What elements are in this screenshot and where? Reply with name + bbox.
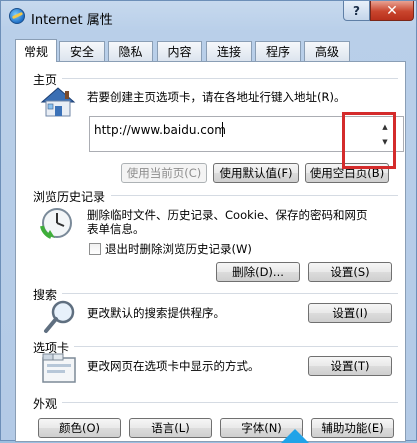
tab-connections[interactable]: 连接 [206,41,252,61]
homepage-divider [62,78,398,79]
accessibility-button[interactable]: 辅助功能(E) [311,418,394,438]
appearance-divider [62,402,398,403]
text-caret [222,122,223,137]
tab-programs[interactable]: 程序 [255,41,301,61]
tabs-settings-button[interactable]: 设置(T) [308,356,392,376]
history-divider [111,195,398,196]
help-button[interactable]: ? [343,1,370,21]
tabbed-browsing-icon [42,353,76,383]
tab-advanced[interactable]: 高级 [304,41,350,61]
url-scrollbar[interactable]: ▲ ▼ [377,119,393,149]
delete-on-exit-checkbox[interactable] [89,243,101,255]
scroll-up-arrow-icon[interactable]: ▲ [377,119,393,134]
tab-content[interactable]: 内容 [157,41,202,61]
search-magnifier-icon [44,300,75,333]
tab-privacy[interactable]: 隐私 [108,41,153,61]
tabs-description: 更改网页在选项卡中显示的方式。 [87,359,260,373]
delete-history-button[interactable]: 删除(D)... [216,262,300,282]
homepage-url-value: http://www.baidu.com [94,123,226,137]
tabs-divider [74,346,398,347]
house-icon [40,87,76,117]
tab-security[interactable]: 安全 [59,41,105,61]
colors-button[interactable]: 颜色(O) [38,418,121,438]
history-clock-icon [40,208,72,239]
scroll-down-arrow-icon[interactable]: ▼ [377,134,393,149]
use-default-button[interactable]: 使用默认值(F) [213,163,299,183]
delete-on-exit-label[interactable]: 退出时删除浏览历史记录(W) [105,242,252,256]
languages-button[interactable]: 语言(L) [129,418,212,438]
internet-explorer-icon [9,8,25,24]
internet-options-window: Internet 属性 ? ✕ 常规 安全 隐私 内容 连接 程序 高级 主页 … [0,0,417,443]
history-settings-button[interactable]: 设置(S) [308,262,392,282]
appearance-section-title: 外观 [33,397,58,411]
search-settings-button[interactable]: 设置(I) [308,303,392,323]
title-bar[interactable]: Internet 属性 ? ✕ [1,1,417,33]
history-section-title: 浏览历史记录 [33,190,106,204]
history-description-line2: 表单信息。 [87,222,145,236]
search-divider [62,293,398,294]
homepage-description: 若要创建主页选项卡，请在各地址行键入地址(R)。 [87,90,346,104]
homepage-url-textarea[interactable]: http://www.baidu.com ▲ ▼ [89,116,404,152]
use-blank-button[interactable]: 使用空白页(B) [305,163,389,183]
tab-general[interactable]: 常规 [15,39,57,62]
use-current-button[interactable]: 使用当前页(C) [121,163,207,183]
window-title: Internet 属性 [31,13,113,28]
close-button[interactable]: ✕ [370,1,414,21]
history-description-line1: 删除临时文件、历史记录、Cookie、保存的密码和网页 [87,208,368,222]
general-tab-panel: 主页 若要创建主页选项卡，请在各地址行键入地址(R)。 http://www.b… [15,61,406,442]
search-description: 更改默认的搜索提供程序。 [87,306,225,320]
